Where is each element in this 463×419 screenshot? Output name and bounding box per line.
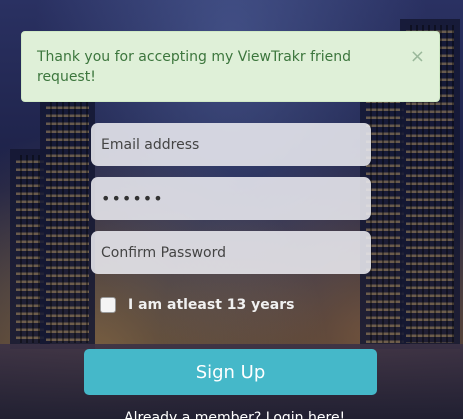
sign-up-button[interactable]: Sign Up [84,349,377,395]
alert-message: Thank you for accepting my ViewTrakr fri… [37,49,352,85]
confirm-password-field[interactable] [91,231,371,274]
login-link[interactable]: Already a member? Login here! [124,410,345,419]
building [40,79,95,349]
close-icon[interactable]: × [410,48,425,66]
success-alert: Thank you for accepting my ViewTrakr fri… [21,31,440,102]
age-label: I am atleast 13 years [128,297,295,313]
age-checkbox[interactable] [100,297,116,313]
email-field[interactable] [91,123,371,166]
age-confirmation: I am atleast 13 years [100,297,294,313]
password-field[interactable] [91,177,371,220]
